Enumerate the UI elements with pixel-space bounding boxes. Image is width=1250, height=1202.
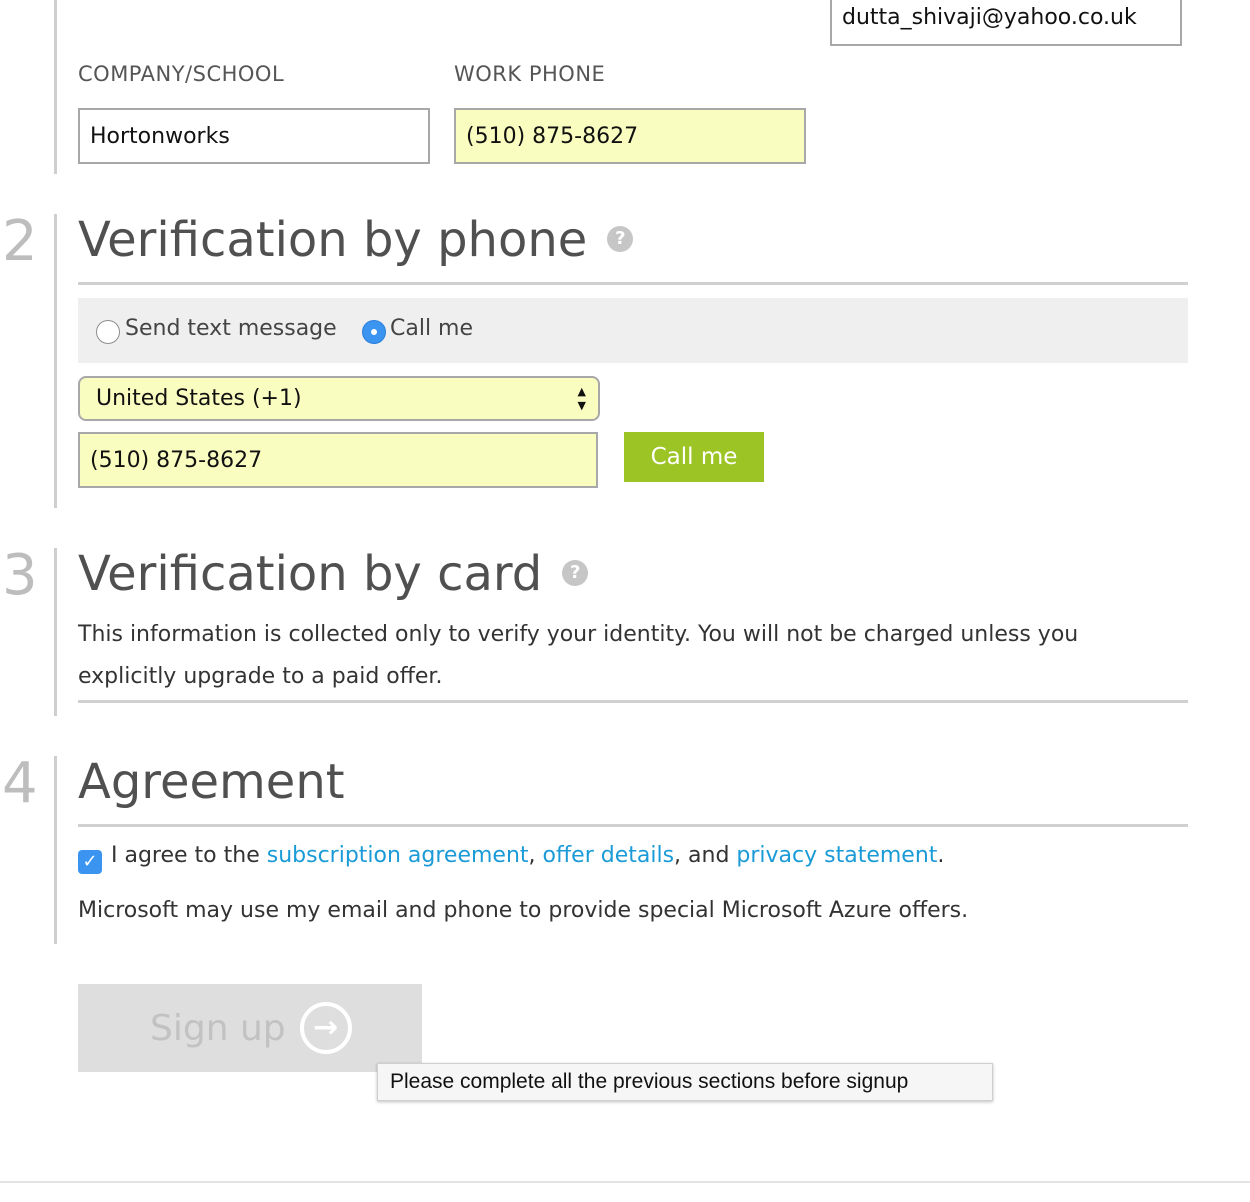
checkmark-icon: ✓ bbox=[82, 851, 98, 872]
verification-phone-input[interactable]: (510) 875-8627 bbox=[78, 432, 598, 488]
section-divider bbox=[78, 824, 1188, 827]
agree-separator: , and bbox=[674, 843, 737, 868]
radio-call-me-label[interactable]: Call me bbox=[390, 316, 473, 341]
arrow-right-circle-icon: → bbox=[299, 1002, 352, 1054]
work-phone-input[interactable]: (510) 875-8627 bbox=[454, 108, 806, 164]
section-divider bbox=[78, 700, 1188, 703]
company-input[interactable]: Hortonworks bbox=[78, 108, 430, 164]
email-field-value: dutta_shivaji@yahoo.co.uk bbox=[842, 4, 1137, 30]
country-select[interactable]: United States (+1) ▲ ▼ bbox=[78, 376, 600, 421]
card-description-line1: This information is collected only to ve… bbox=[78, 622, 1079, 647]
company-label: COMPANY/SCHOOL bbox=[78, 62, 285, 86]
offers-note: Microsoft may use my email and phone to … bbox=[78, 898, 969, 923]
step-number-2: 2 bbox=[2, 209, 38, 274]
verification-method-options: Send text message Call me bbox=[78, 298, 1188, 363]
question-icon[interactable]: ? bbox=[607, 226, 634, 252]
agreement-title: Agreement bbox=[78, 754, 345, 810]
phone-verification-title-text: Verification by phone bbox=[78, 212, 588, 268]
agree-prefix: I agree to the bbox=[111, 843, 267, 868]
verification-phone-value: (510) 875-8627 bbox=[90, 447, 263, 473]
section-rail bbox=[54, 0, 57, 174]
card-verification-title: Verification by card? bbox=[78, 550, 589, 598]
country-select-value: United States (+1) bbox=[96, 386, 302, 411]
section-rail bbox=[54, 548, 57, 716]
section-rail bbox=[54, 756, 57, 944]
work-phone-input-value: (510) 875-8627 bbox=[466, 123, 639, 149]
radio-call-me[interactable] bbox=[362, 320, 386, 344]
step-number-3: 3 bbox=[2, 543, 38, 608]
sign-up-label: Sign up bbox=[150, 1007, 286, 1049]
question-icon[interactable]: ? bbox=[562, 560, 589, 586]
footer-divider bbox=[0, 1181, 1250, 1183]
work-phone-label: WORK PHONE bbox=[454, 62, 606, 86]
radio-send-text[interactable] bbox=[96, 320, 120, 344]
call-me-button-label: Call me bbox=[650, 444, 738, 470]
email-field[interactable]: dutta_shivaji@yahoo.co.uk bbox=[830, 0, 1182, 46]
company-input-value: Hortonworks bbox=[90, 123, 230, 149]
card-description-line2: explicitly upgrade to a paid offer. bbox=[78, 664, 443, 689]
section-rail bbox=[54, 214, 57, 508]
sign-up-button[interactable]: Sign up → bbox=[78, 984, 422, 1072]
radio-send-text-label[interactable]: Send text message bbox=[125, 316, 337, 341]
phone-verification-title: Verification by phone? bbox=[78, 216, 634, 264]
offer-details-link[interactable]: offer details bbox=[543, 843, 674, 868]
select-arrows-icon: ▲ ▼ bbox=[577, 385, 586, 412]
call-me-button[interactable]: Call me bbox=[624, 432, 764, 482]
agree-suffix: . bbox=[937, 843, 945, 868]
section-divider bbox=[78, 282, 1188, 285]
step-number-4: 4 bbox=[2, 751, 38, 816]
agreement-statement: I agree to the subscription agreement, o… bbox=[111, 843, 944, 868]
subscription-agreement-link[interactable]: subscription agreement bbox=[267, 843, 529, 868]
agree-separator: , bbox=[528, 843, 543, 868]
agree-checkbox[interactable]: ✓ bbox=[78, 850, 102, 874]
signup-form-page: dutta_shivaji@yahoo.co.uk COMPANY/SCHOOL… bbox=[0, 0, 1250, 1202]
signup-tooltip: Please complete all the previous section… bbox=[377, 1063, 993, 1101]
card-verification-title-text: Verification by card bbox=[78, 546, 543, 602]
privacy-statement-link[interactable]: privacy statement bbox=[736, 843, 937, 868]
